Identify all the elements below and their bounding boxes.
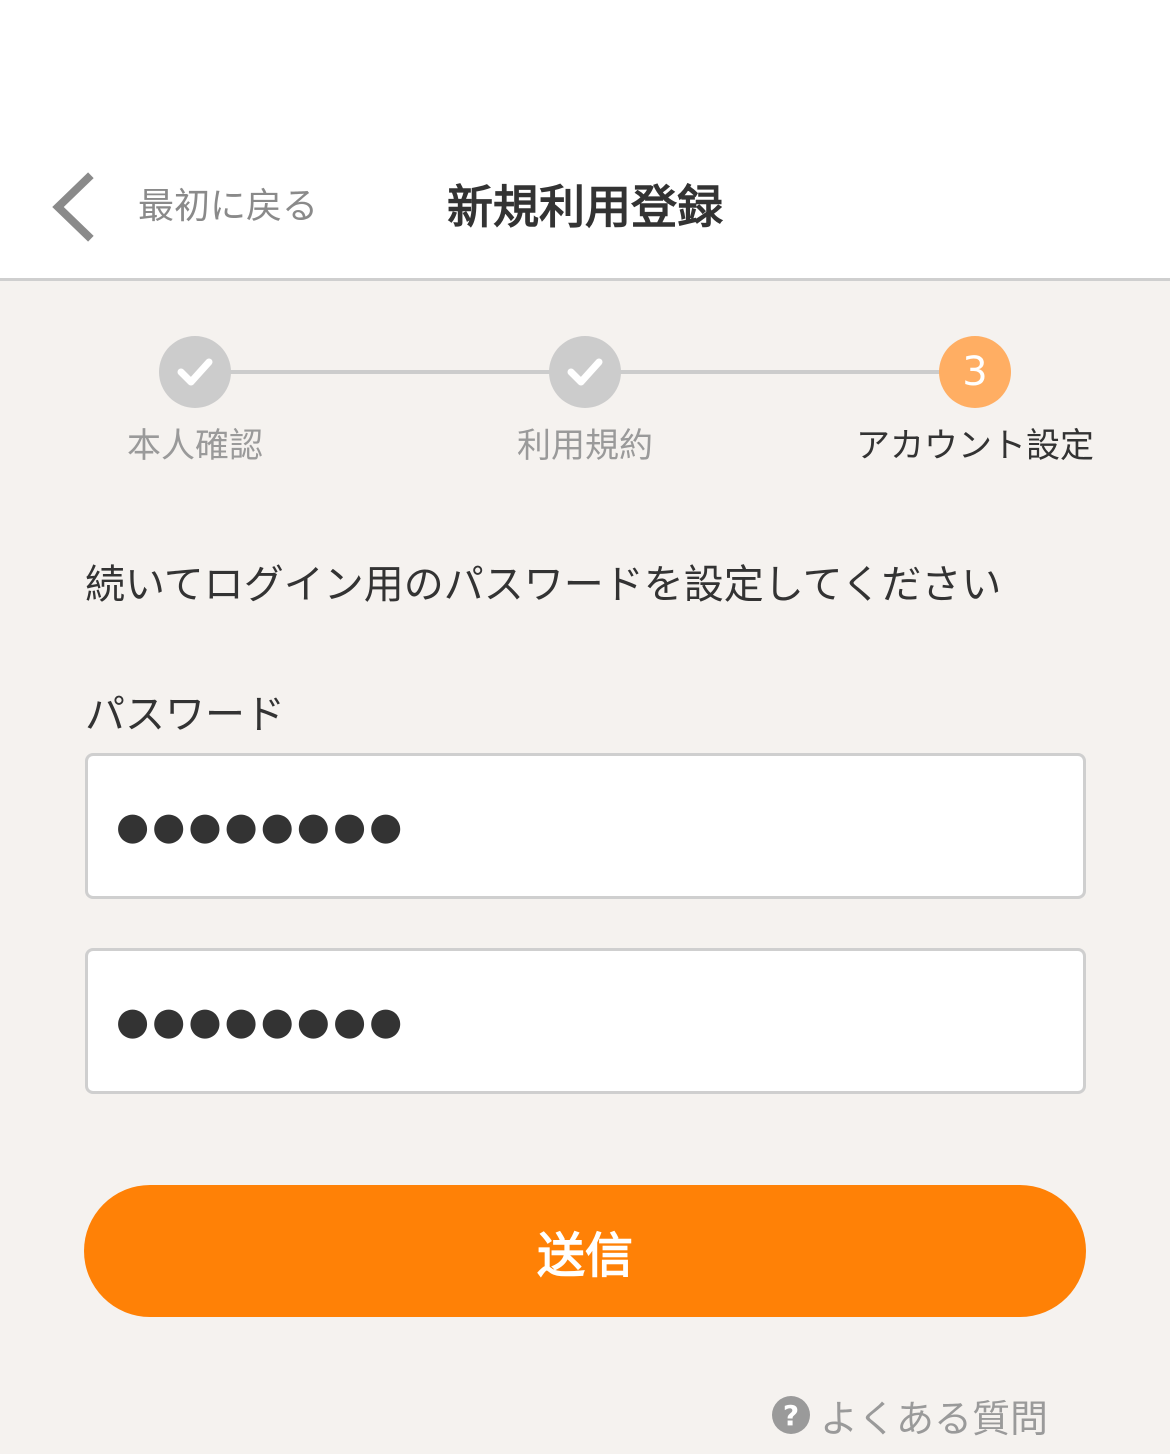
question-circle-icon: ?: [771, 1396, 810, 1434]
progress-stepper: 3 本人確認 利用規約 アカウント設定: [0, 336, 1170, 476]
password-label: パスワード: [85, 692, 285, 738]
page-title: 新規利用登録: [447, 180, 723, 234]
instruction-text: 続いてログイン用のパスワードを設定してください: [85, 562, 1002, 608]
password-field[interactable]: ●●●●●●●●: [85, 753, 1086, 899]
step-number: 3: [962, 349, 988, 395]
step-connector: [230, 370, 550, 374]
app-header: 最初に戻る 新規利用登録: [0, 0, 1170, 281]
password-confirm-field[interactable]: ●●●●●●●●: [85, 948, 1086, 1094]
check-icon: [177, 358, 213, 386]
step-1-label: 本人確認: [127, 426, 263, 466]
check-icon: [567, 358, 603, 386]
submit-button[interactable]: 送信: [84, 1185, 1086, 1317]
step-2-indicator: [549, 336, 621, 408]
faq-link[interactable]: ? よくある質問: [771, 1388, 1048, 1442]
step-connector: [620, 370, 940, 374]
step-2-label: 利用規約: [517, 426, 653, 466]
step-1-indicator: [159, 336, 231, 408]
step-3-indicator: 3: [939, 336, 1011, 408]
step-3-label: アカウント設定: [856, 426, 1094, 466]
faq-label: よくある質問: [819, 1396, 1048, 1441]
